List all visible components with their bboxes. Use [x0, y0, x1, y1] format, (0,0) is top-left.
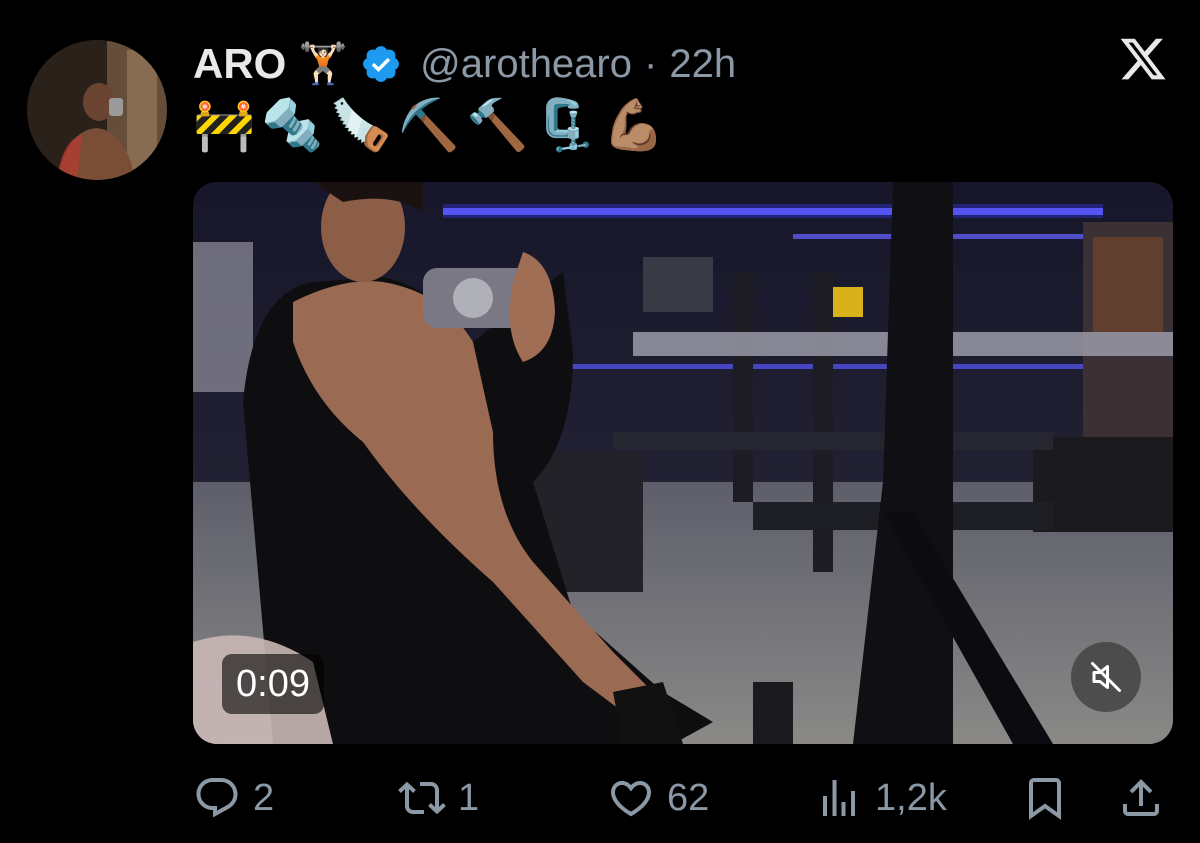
x-logo-icon: [1118, 34, 1168, 84]
views-button[interactable]: 1,2k: [815, 770, 947, 826]
reply-button[interactable]: 2: [193, 770, 274, 826]
mute-icon: [1091, 662, 1121, 692]
repost-icon: [398, 781, 446, 815]
bookmark-button[interactable]: [1021, 770, 1069, 826]
video-frame: [193, 182, 1173, 744]
display-name[interactable]: ARO: [193, 40, 286, 88]
reply-icon: [196, 778, 238, 818]
avatar-image: [27, 40, 167, 180]
like-button[interactable]: 62: [607, 770, 709, 826]
share-button[interactable]: [1117, 770, 1165, 826]
tweet-text: 🚧🔩🪚⛏️🔨🗜️💪🏽: [193, 97, 671, 153]
handle[interactable]: @arothearo: [420, 42, 632, 87]
repost-count: 1: [458, 776, 480, 819]
timestamp-ago[interactable]: 22h: [669, 42, 736, 87]
like-icon: [610, 781, 652, 817]
bookmark-icon: [1029, 778, 1061, 820]
tweet: ARO 🏋🏻 @arothearo · 22h 🚧🔩🪚⛏️🔨🗜️💪🏽 0:09 …: [0, 0, 1200, 843]
share-icon: [1123, 779, 1159, 816]
action-bar: 2 1 62 1,2k: [193, 770, 1173, 826]
views-icon: [823, 780, 855, 816]
reply-count: 2: [253, 776, 275, 819]
tweet-header: ARO 🏋🏻 @arothearo · 22h: [193, 36, 736, 92]
video-player[interactable]: 0:09: [193, 182, 1173, 744]
separator: ·: [644, 41, 658, 86]
mute-button[interactable]: [1071, 642, 1141, 712]
repost-button[interactable]: 1: [398, 770, 479, 826]
views-count: 1,2k: [875, 776, 947, 819]
verified-badge-icon[interactable]: [360, 43, 402, 85]
avatar[interactable]: [27, 40, 167, 180]
video-timestamp: 0:09: [222, 654, 324, 714]
name-emoji: 🏋🏻: [298, 42, 349, 86]
like-count: 62: [667, 776, 710, 819]
